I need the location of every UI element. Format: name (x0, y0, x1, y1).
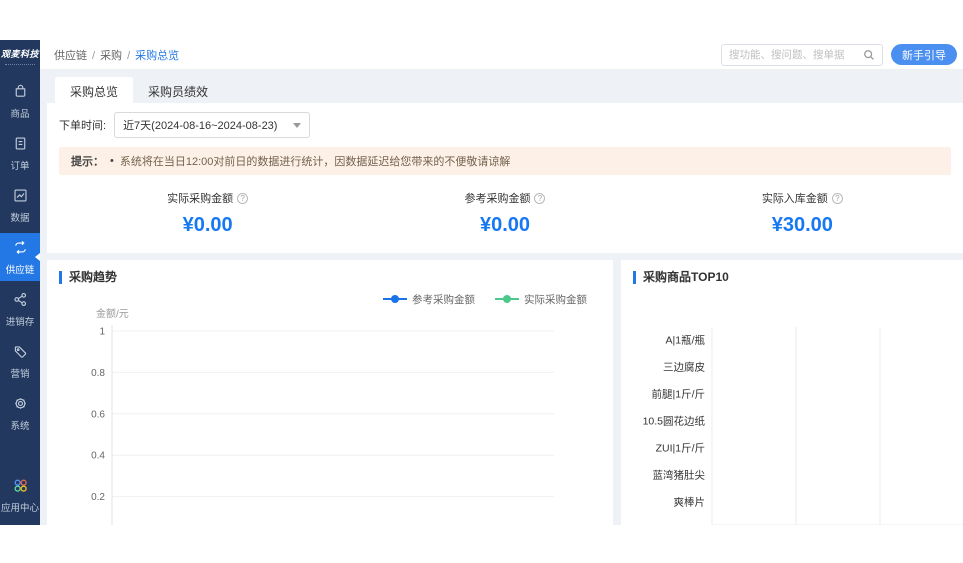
bag-icon (12, 83, 29, 103)
breadcrumb-item[interactable]: 采购 (100, 50, 122, 62)
chevron-down-icon (293, 123, 301, 128)
chart-title: 采购商品TOP10 (633, 271, 951, 284)
legend-marker-icon (495, 294, 519, 304)
sidebar-item-label: 系统 (10, 418, 29, 432)
inventory-icon (12, 291, 29, 311)
legend-item[interactable]: 实际采购金额 (495, 293, 587, 305)
charts-row: 采购趋势 参考采购金额实际采购金额 金额/元00.20.40.60.8108-1… (47, 260, 963, 525)
sidebar-item-label: 订单 (10, 158, 29, 172)
sidebar-item-marketing[interactable]: 营销 (0, 337, 40, 385)
order-icon (12, 135, 29, 155)
legend-item[interactable]: 参考采购金额 (383, 293, 475, 305)
sidebar-item-data[interactable]: 数据 (0, 181, 40, 229)
search-input[interactable] (729, 49, 859, 61)
breadcrumb-item-current: 采购总览 (135, 50, 179, 62)
chart-title: 采购趋势 (59, 271, 601, 284)
app-window: 观麦科技 商品 订单 数据 供应链 进销存 (0, 40, 963, 525)
date-range-select[interactable]: 近7天(2024-08-16~2024-08-23) (114, 112, 310, 138)
notice-prefix: 提示： (71, 153, 104, 169)
svg-text:0.4: 0.4 (91, 451, 105, 462)
svg-text:0.2: 0.2 (91, 492, 105, 503)
sidebar-item-app-center[interactable]: 应用中心 (0, 471, 40, 519)
svg-text:10.5圆花边纸: 10.5圆花边纸 (643, 415, 706, 428)
svg-text:ZUI|1斤/斤: ZUI|1斤/斤 (656, 443, 705, 455)
filter-row: 下单时间: 近7天(2024-08-16~2024-08-23) (59, 112, 951, 138)
svg-text:金额/元: 金额/元 (96, 307, 129, 320)
sidebar-item-label: 应用中心 (1, 500, 39, 514)
sidebar: 观麦科技 商品 订单 数据 供应链 进销存 (0, 40, 40, 525)
tab-bar: 采购总览 采购员绩效 (47, 77, 963, 103)
sidebar-item-label: 供应链 (6, 262, 35, 276)
overview-panel: 下单时间: 近7天(2024-08-16~2024-08-23) 提示： • 系… (47, 103, 963, 253)
metric-value: ¥30.00 (654, 214, 951, 237)
metrics-row: 实际采购金额? ¥0.00 参考采购金额? ¥0.00 实际入库金额? ¥30.… (59, 175, 951, 253)
help-icon[interactable]: ? (534, 193, 545, 204)
sidebar-item-system[interactable]: 系统 (0, 389, 40, 437)
svg-text:0.6: 0.6 (91, 409, 105, 420)
top10-chart[interactable]: 00.20.4A|1瓶/瓶三边腐皮前腿|1斤/斤10.5圆花边纸ZUI|1斤/斤… (633, 286, 963, 525)
supply-chain-icon (12, 239, 29, 259)
metric-actual-purchase: 实际采购金额? ¥0.00 (59, 189, 356, 237)
purchase-trend-chart[interactable]: 金额/元00.20.40.60.8108-1608-1708-1808-1908… (59, 305, 599, 525)
sidebar-item-label: 数据 (10, 210, 29, 224)
svg-text:前腿|1斤/斤: 前腿|1斤/斤 (652, 388, 705, 401)
chart-legend: 参考采购金额 实际采购金额 (59, 293, 587, 305)
purchase-trend-panel: 采购趋势 参考采购金额实际采购金额 金额/元00.20.40.60.8108-1… (47, 260, 613, 525)
tab-purchase-overview[interactable]: 采购总览 (55, 77, 133, 103)
marketing-icon (12, 343, 29, 363)
metric-label: 实际入库金额 (762, 190, 828, 206)
tab-buyer-performance[interactable]: 采购员绩效 (133, 77, 223, 103)
legend-marker-icon (383, 294, 407, 304)
notice-bullet: • (110, 155, 114, 167)
metric-reference-purchase: 参考采购金额? ¥0.00 (356, 189, 653, 237)
help-icon[interactable]: ? (237, 193, 248, 204)
svg-text:三边腐皮: 三边腐皮 (663, 361, 705, 374)
svg-text:0.8: 0.8 (91, 368, 105, 379)
metric-value: ¥0.00 (356, 214, 653, 237)
sidebar-item-supply-chain[interactable]: 供应链 (0, 233, 40, 281)
breadcrumb-item[interactable]: 供应链 (54, 50, 87, 62)
notice-text: 系统将在当日12:00对前日的数据进行统计，因数据延迟给您带来的不便敬请谅解 (120, 153, 511, 169)
metric-label: 实际采购金额 (167, 190, 233, 206)
gear-icon (12, 395, 29, 415)
order-time-label: 下单时间: (59, 117, 106, 133)
metric-value: ¥0.00 (59, 214, 356, 237)
sidebar-item-label: 营销 (10, 366, 29, 380)
main-area: 供应链/采购/采购总览 新手引导 采购总览 采购员绩效 下单时间: (40, 40, 963, 525)
global-search[interactable] (721, 44, 883, 66)
content-area: 采购总览 采购员绩效 下单时间: 近7天(2024-08-16~2024-08-… (40, 70, 963, 525)
top10-panel: 采购商品TOP10 00.20.4A|1瓶/瓶三边腐皮前腿|1斤/斤10.5圆花… (621, 260, 963, 525)
app-center-icon (12, 477, 29, 497)
brand-logo-underline (5, 64, 35, 65)
search-icon (863, 49, 875, 61)
metric-actual-inbound: 实际入库金额? ¥30.00 (654, 189, 951, 237)
data-icon (12, 187, 29, 207)
page: 观麦科技 商品 订单 数据 供应链 进销存 (0, 0, 963, 563)
svg-text:爽棒片: 爽棒片 (674, 496, 706, 509)
breadcrumb: 供应链/采购/采购总览 (54, 47, 713, 63)
beginner-guide-button[interactable]: 新手引导 (891, 44, 957, 65)
sidebar-item-goods[interactable]: 商品 (0, 77, 40, 125)
metric-label: 参考采购金额 (464, 190, 530, 206)
notice-bar: 提示： • 系统将在当日12:00对前日的数据进行统计，因数据延迟给您带来的不便… (59, 147, 951, 175)
topbar: 供应链/采购/采购总览 新手引导 (40, 40, 963, 70)
help-icon[interactable]: ? (832, 193, 843, 204)
svg-text:A|1瓶/瓶: A|1瓶/瓶 (666, 334, 706, 347)
svg-text:蓝湾猪肚尖: 蓝湾猪肚尖 (653, 469, 706, 482)
sidebar-item-orders[interactable]: 订单 (0, 129, 40, 177)
svg-text:1: 1 (99, 327, 105, 338)
sidebar-item-label: 进销存 (6, 314, 35, 328)
brand-logo: 观麦科技 (0, 40, 40, 64)
date-range-value: 近7天(2024-08-16~2024-08-23) (123, 117, 277, 133)
sidebar-item-label: 商品 (10, 106, 29, 120)
sidebar-item-inventory[interactable]: 进销存 (0, 285, 40, 333)
